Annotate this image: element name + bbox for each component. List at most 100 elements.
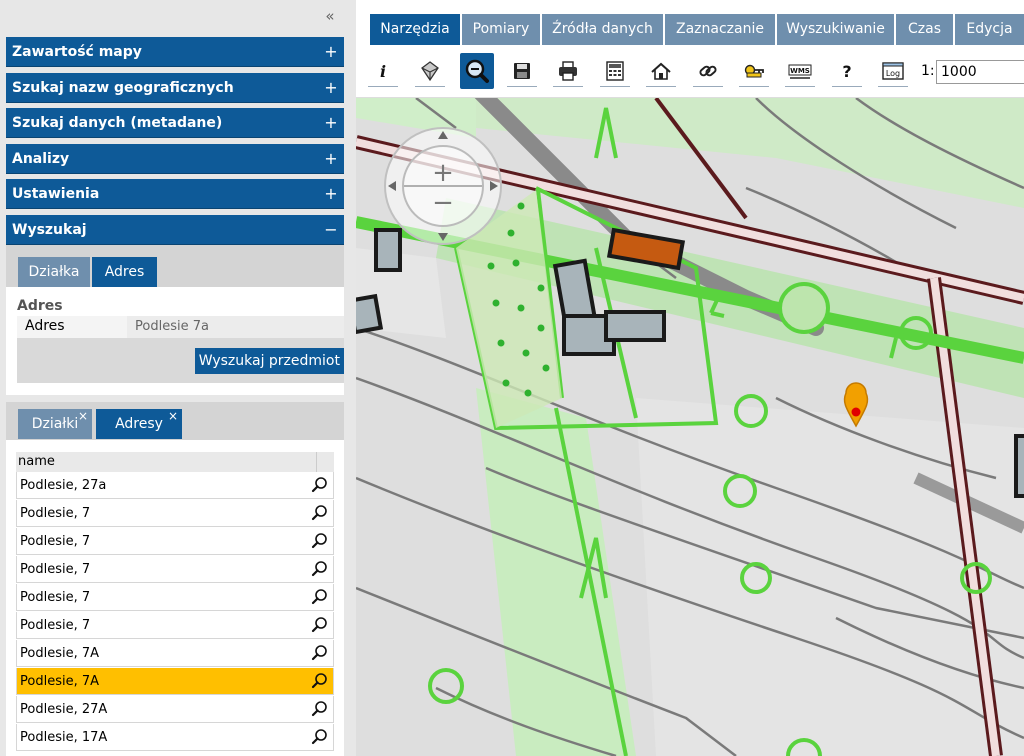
log-label: Log xyxy=(886,69,900,78)
calculator-icon[interactable] xyxy=(600,55,630,87)
key-icon[interactable] xyxy=(739,55,769,87)
tab-zaznaczanie[interactable]: Zaznaczanie xyxy=(665,14,775,45)
accordion-zawartosc-mapy[interactable]: Zawartość mapy + xyxy=(6,37,344,67)
tab-adres[interactable]: Adres xyxy=(92,257,157,287)
row-name: Podlesie, 27a xyxy=(20,478,107,493)
tab-czas[interactable]: Czas xyxy=(896,14,953,45)
accordion-label: Ustawienia xyxy=(12,186,100,202)
search-icon[interactable] xyxy=(311,672,329,690)
tab-adresy[interactable]: Adresy × xyxy=(96,409,182,439)
table-row[interactable]: Podlesie, 7 xyxy=(16,612,334,639)
log-icon[interactable]: Log xyxy=(878,55,908,87)
scale-input[interactable] xyxy=(936,60,1024,84)
expand-icon[interactable]: + xyxy=(324,37,338,67)
row-name: Podlesie, 7 xyxy=(20,562,91,577)
collapse-icon[interactable]: − xyxy=(324,215,338,245)
table-row[interactable]: Podlesie, 7 xyxy=(16,500,334,527)
wms-icon[interactable]: WMS xyxy=(785,55,815,87)
accordion-label: Szukaj nazw geograficznych xyxy=(12,80,234,96)
app-window: « Zawartość mapy + Szukaj nazw geografic… xyxy=(0,0,1024,756)
accordion-szukaj-danych[interactable]: Szukaj danych (metadane) + xyxy=(6,108,344,138)
search-icon[interactable] xyxy=(311,504,329,522)
home-icon[interactable] xyxy=(646,55,676,87)
tab-narzedzia[interactable]: Narzędzia xyxy=(370,14,460,45)
map-area: Narzędzia Pomiary Źródła danych Zaznacza… xyxy=(356,0,1024,756)
table-row[interactable]: Podlesie, 7A xyxy=(16,668,334,695)
help-icon[interactable]: ? xyxy=(832,55,862,87)
search-icon[interactable] xyxy=(311,616,329,634)
zoom-in-icon[interactable]: + xyxy=(432,158,454,188)
expand-icon[interactable]: + xyxy=(324,108,338,138)
search-icon[interactable] xyxy=(311,588,329,606)
search-icon[interactable] xyxy=(311,532,329,550)
table-row[interactable]: Podlesie, 17A xyxy=(16,724,334,751)
accordion-label: Analizy xyxy=(12,151,70,167)
results-tabstrip: Działki × Adresy × xyxy=(6,402,344,440)
table-row[interactable]: Podlesie, 27a xyxy=(16,472,334,499)
search-tabstrip: Działka Adres xyxy=(6,245,344,287)
search-button-area: Wyszukaj przedmiot xyxy=(17,338,344,383)
tab-dzialka[interactable]: Działka xyxy=(18,257,90,287)
map-canvas[interactable]: + − xyxy=(356,98,1024,756)
scale-label: 1: xyxy=(921,63,935,79)
row-name: Podlesie, 17A xyxy=(20,730,108,745)
tab-pomiary[interactable]: Pomiary xyxy=(462,14,540,45)
search-icon[interactable] xyxy=(311,700,329,718)
column-separator xyxy=(316,452,317,472)
close-tab-icon[interactable]: × xyxy=(168,401,178,431)
row-name: Podlesie, 7A xyxy=(20,674,100,689)
save-icon[interactable] xyxy=(507,55,537,87)
zoom-magnifier-icon[interactable] xyxy=(460,53,494,89)
print-icon[interactable] xyxy=(553,55,583,87)
tab-zrodla-danych[interactable]: Źródła danych xyxy=(542,14,663,45)
table-row[interactable]: Podlesie, 7A xyxy=(16,640,334,667)
accordion-szukaj-nazw-geograficznych[interactable]: Szukaj nazw geograficznych + xyxy=(6,73,344,103)
expand-icon[interactable]: + xyxy=(324,73,338,103)
search-icon[interactable] xyxy=(311,644,329,662)
row-name: Podlesie, 7 xyxy=(20,590,91,605)
accordion-label: Wyszukaj xyxy=(12,222,87,238)
close-tab-icon[interactable]: × xyxy=(78,401,88,431)
wms-label: WMS xyxy=(790,67,810,75)
fieldset-label: Adres xyxy=(17,298,63,314)
measure-3d-icon[interactable] xyxy=(415,55,445,87)
map-svg[interactable]: + − xyxy=(356,98,1024,756)
left-panel: « Zawartość mapy + Szukaj nazw geografic… xyxy=(0,0,356,756)
grid-header-name[interactable]: name xyxy=(16,452,334,472)
tab-wyszukiwanie[interactable]: Wyszukiwanie xyxy=(777,14,894,45)
accordion-wyszukaj[interactable]: Wyszukaj − xyxy=(6,215,344,245)
row-name: Podlesie, 7 xyxy=(20,506,91,521)
link-icon[interactable] xyxy=(693,55,723,87)
expand-icon[interactable]: + xyxy=(324,179,338,209)
table-row[interactable]: Podlesie, 7 xyxy=(16,528,334,555)
address-field-label: Adres xyxy=(25,318,65,334)
collapse-panel-icon[interactable]: « xyxy=(320,6,340,26)
accordion-ustawienia[interactable]: Ustawienia + xyxy=(6,179,344,209)
search-object-button[interactable]: Wyszukaj przedmiot xyxy=(194,348,344,374)
expand-icon[interactable]: + xyxy=(324,144,338,174)
search-panel: Działka Adres Adres Adres Wyszukaj przed… xyxy=(6,245,344,395)
accordion-analizy[interactable]: Analizy + xyxy=(6,144,344,174)
row-name: Podlesie, 7A xyxy=(20,646,100,661)
zoom-out-icon[interactable]: − xyxy=(432,188,454,218)
accordion-label: Szukaj danych (metadane) xyxy=(12,115,223,131)
row-name: Podlesie, 7 xyxy=(20,618,91,633)
search-icon[interactable] xyxy=(311,560,329,578)
row-name: Podlesie, 27A xyxy=(20,702,108,717)
tab-label: Adresy xyxy=(115,416,163,432)
help-glyph: ? xyxy=(842,62,851,81)
tab-edycja[interactable]: Edycja xyxy=(955,14,1024,45)
column-header: name xyxy=(18,454,55,469)
table-row[interactable]: Podlesie, 7 xyxy=(16,556,334,583)
results-panel: Działki × Adresy × name Podlesie, 27a Pod… xyxy=(6,402,344,756)
address-input[interactable] xyxy=(127,316,344,338)
info-icon[interactable]: i xyxy=(368,55,398,87)
search-icon[interactable] xyxy=(311,728,329,746)
info-glyph: i xyxy=(380,62,386,81)
search-icon[interactable] xyxy=(311,476,329,494)
row-name: Podlesie, 7 xyxy=(20,534,91,549)
accordion-label: Zawartość mapy xyxy=(12,44,142,60)
table-row[interactable]: Podlesie, 27A xyxy=(16,696,334,723)
table-row[interactable]: Podlesie, 7 xyxy=(16,584,334,611)
tab-dzialki[interactable]: Działki × xyxy=(18,409,92,439)
